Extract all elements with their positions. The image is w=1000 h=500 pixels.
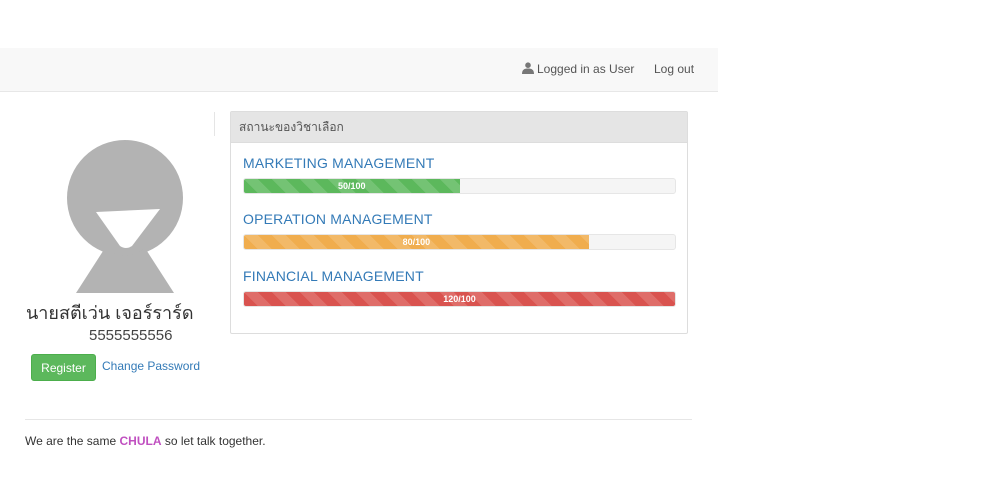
course-item: FINANCIAL MANAGEMENT 120/100: [243, 266, 677, 307]
user-icon: [522, 62, 534, 74]
course-title[interactable]: FINANCIAL MANAGEMENT: [243, 266, 677, 286]
logged-in-user[interactable]: Logged in as User: [522, 48, 634, 91]
change-password-link[interactable]: Change Password: [102, 359, 200, 373]
logout-link[interactable]: Log out: [654, 48, 694, 91]
progress-track: 80/100: [243, 234, 676, 250]
course-title[interactable]: OPERATION MANAGEMENT: [243, 209, 677, 229]
elective-status-panel: สถานะของวิชาเลือก MARKETING MANAGEMENT 5…: [230, 111, 688, 334]
course-item: MARKETING MANAGEMENT 50/100: [243, 153, 677, 194]
progress-track: 120/100: [243, 291, 676, 307]
progress-bar: 120/100: [244, 292, 675, 306]
page-viewport: Logged in as User Log out นายสตีเว่น เจอ…: [0, 48, 718, 456]
footer-brand: CHULA: [119, 434, 162, 448]
panel-title: สถานะของวิชาเลือก: [231, 112, 687, 143]
student-id: 5555555556: [89, 327, 173, 344]
avatar: [67, 140, 183, 293]
course-title[interactable]: MARKETING MANAGEMENT: [243, 153, 677, 173]
footer-suffix: so let talk together.: [164, 434, 266, 448]
progress-bar: 50/100: [244, 179, 460, 193]
user-label: Logged in as User: [537, 62, 635, 76]
column-divider: [214, 112, 215, 136]
footer-text: We are the same CHULA so let talk togeth…: [25, 434, 266, 448]
progress-track: 50/100: [243, 178, 676, 194]
top-navbar: Logged in as User Log out: [0, 48, 718, 92]
register-button[interactable]: Register: [31, 354, 96, 381]
progress-bar: 80/100: [244, 235, 589, 249]
footer-prefix: We are the same: [25, 434, 117, 448]
profile-name: นายสตีเว่น เจอร์ราร์ด: [26, 303, 194, 323]
footer-divider: [25, 419, 692, 420]
course-item: OPERATION MANAGEMENT 80/100: [243, 209, 677, 250]
